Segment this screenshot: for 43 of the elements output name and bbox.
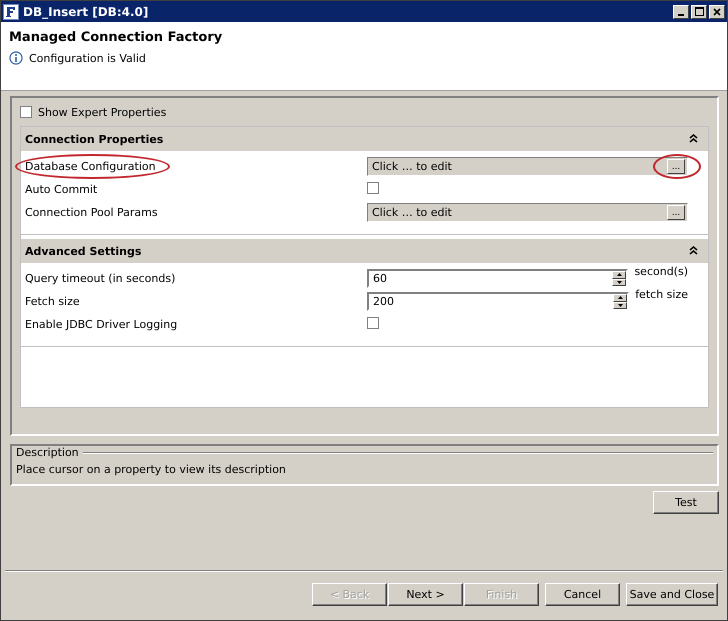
up-arrow-icon[interactable] [618,296,623,300]
group-title: Description [16,446,79,459]
wizard-button[interactable]: Cancel [545,583,620,606]
property-label: Database Configuration [25,160,156,173]
edit-field[interactable]: Click … to edit ... [367,157,688,176]
property-label: Auto Commit [25,183,98,196]
minimize-icon [678,14,684,16]
section-title: Connection Properties [25,132,164,146]
wizard-button[interactable]: Save and Close [626,583,718,606]
close-button[interactable] [709,4,725,18]
minimize-button[interactable] [673,4,689,18]
number-field[interactable]: 200 [367,292,630,311]
section-title: Advanced Settings [25,244,142,258]
property-label: Fetch size [25,295,80,308]
down-arrow-icon[interactable] [618,304,623,307]
info-icon [9,51,23,65]
test-button[interactable]: Test [653,491,719,514]
maximize-button[interactable] [691,4,707,18]
browse-button[interactable]: ... [667,159,685,174]
checkbox-label: Show Expert Properties [38,106,166,118]
close-icon [713,8,721,16]
description-text: Place cursor on a property to view its description [16,463,287,476]
unit-label: fetch size [635,288,688,301]
property-label: Connection Pool Params [25,206,158,219]
checkbox[interactable] [367,182,379,194]
up-arrow-icon[interactable] [616,273,622,276]
number-field[interactable]: 60 [367,269,628,288]
window-title: DB_Insert [DB:4.0] [23,4,150,18]
maximize-icon [694,7,704,16]
wizard-button[interactable]: Next > [388,583,463,606]
page-title: Managed Connection Factory [9,30,224,45]
unit-label: second(s) [634,265,688,278]
down-arrow-icon[interactable] [616,280,622,284]
checkbox[interactable] [367,317,379,329]
property-label: Enable JDBC Driver Logging [25,318,178,331]
edit-field[interactable]: Click … to edit ... [367,203,688,222]
status-message: Configuration is Valid [29,52,146,64]
collapse-icon[interactable] [689,134,698,142]
property-label: Query timeout (in seconds) [25,272,176,285]
app-icon [3,4,19,20]
browse-button[interactable]: ... [667,205,685,220]
checkbox[interactable] [20,106,32,118]
collapse-icon[interactable] [689,246,698,254]
